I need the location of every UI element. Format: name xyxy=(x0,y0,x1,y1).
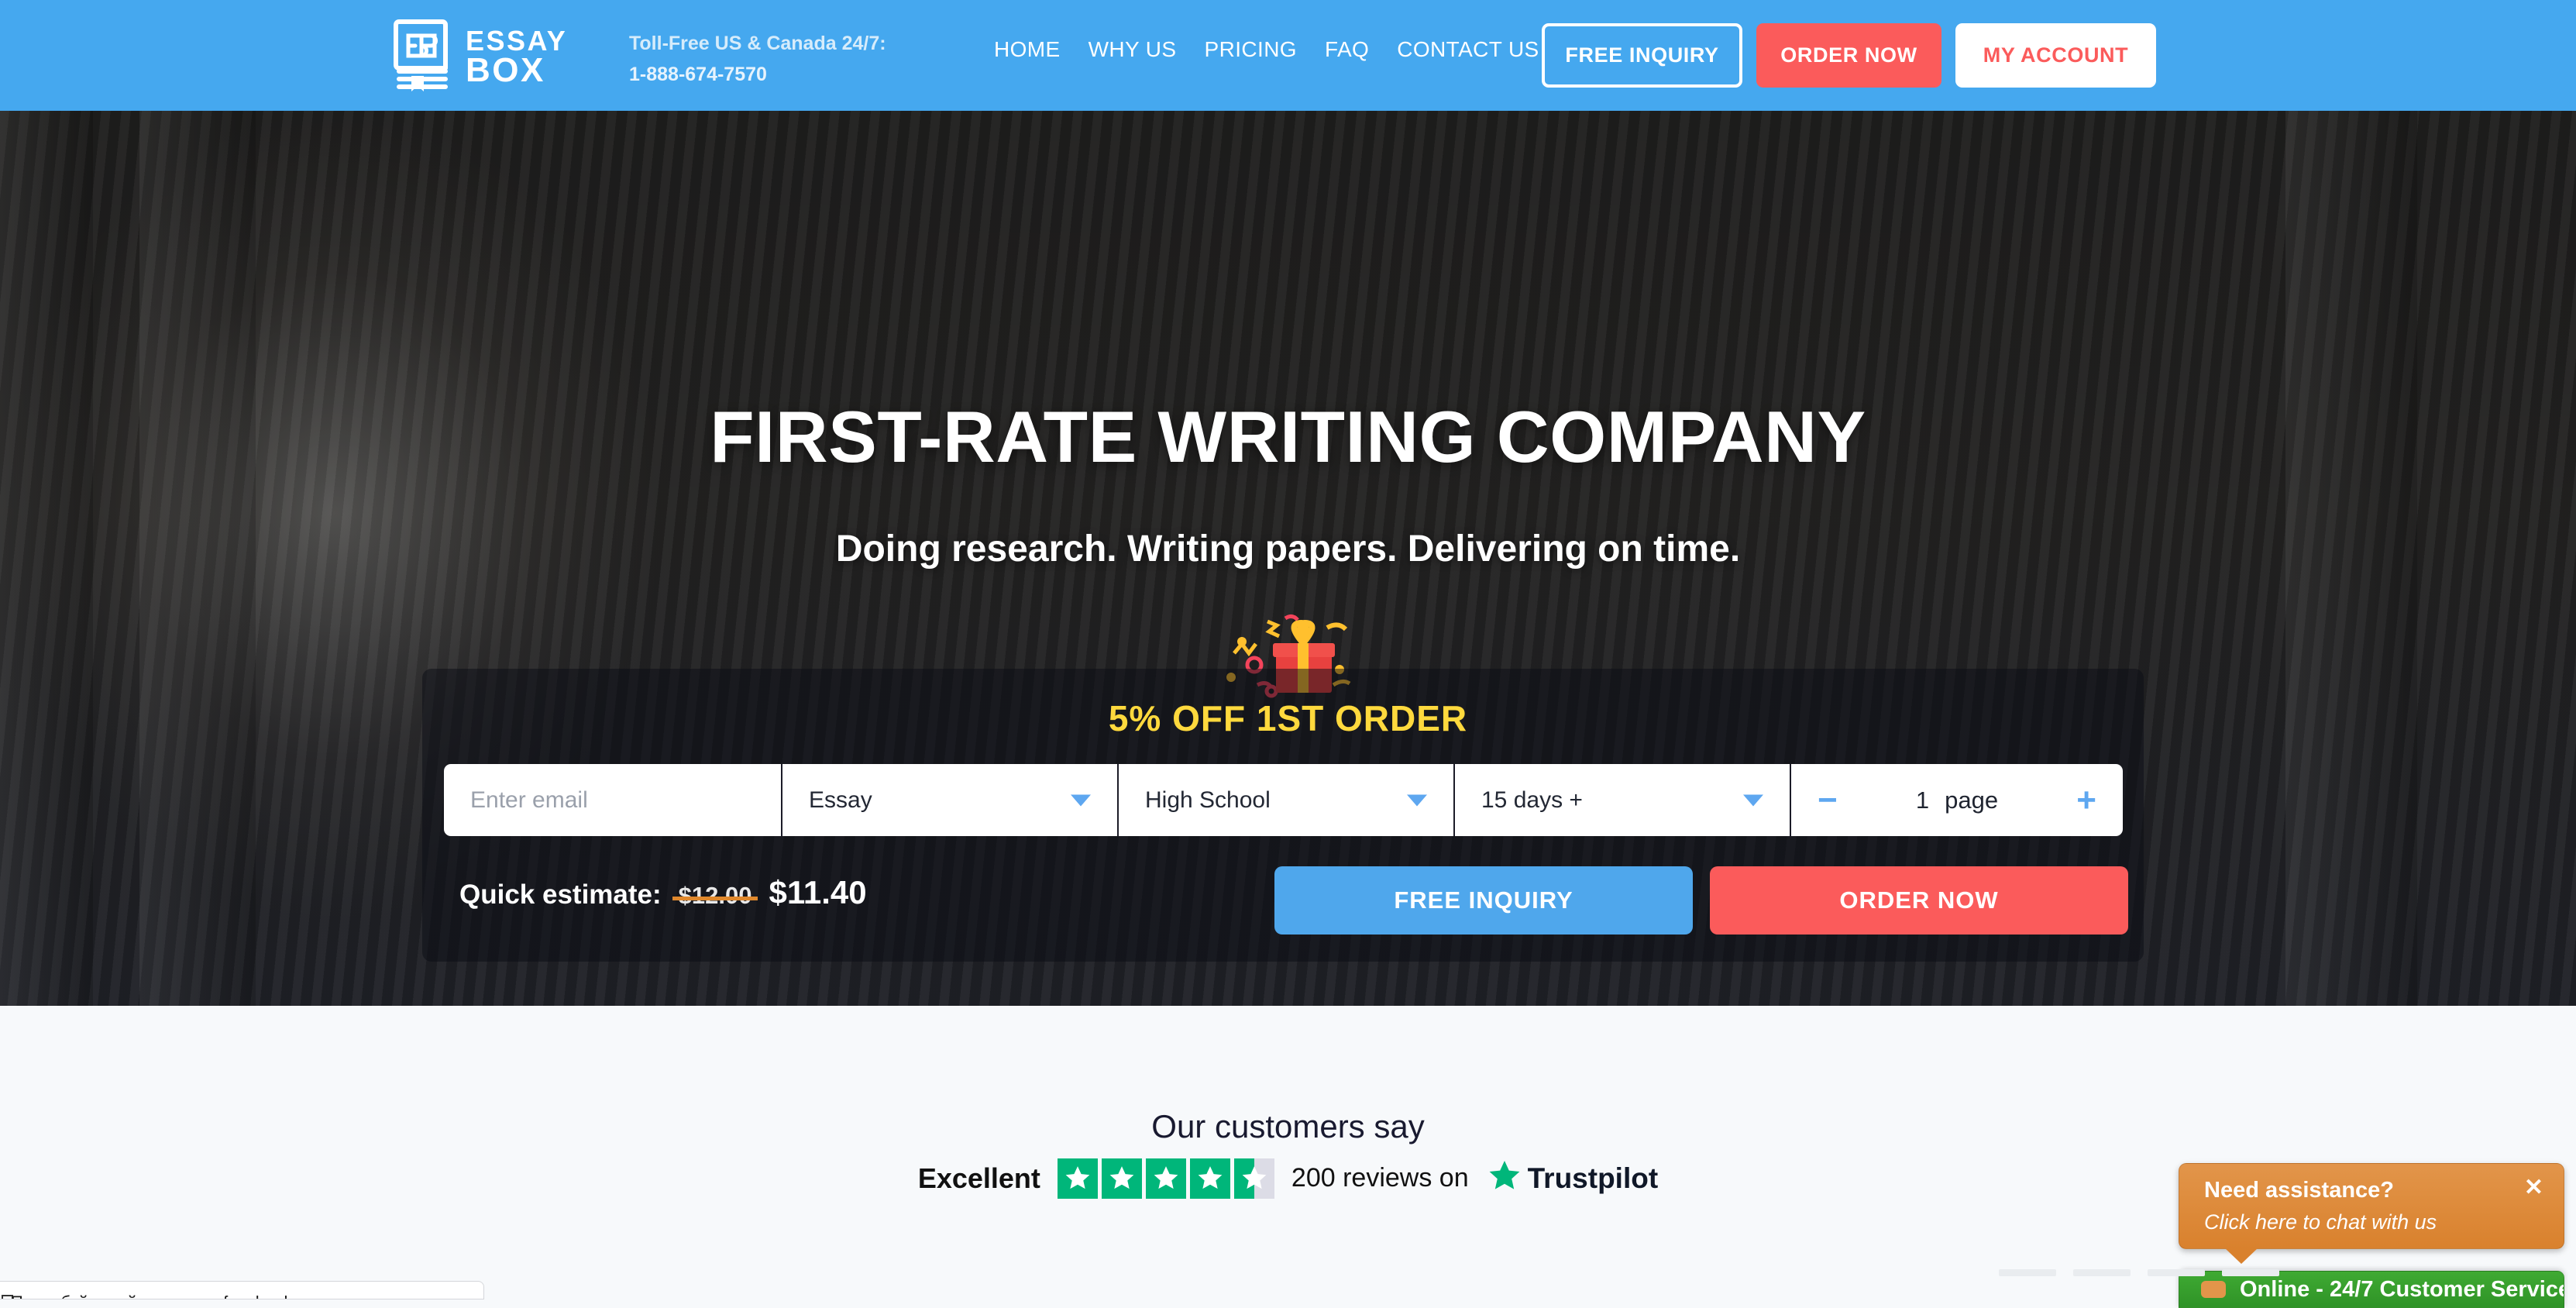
star-icon xyxy=(1057,1158,1098,1199)
logo-line1: ESSAY xyxy=(466,24,568,57)
tollfree-number[interactable]: 1-888-674-7570 xyxy=(629,59,886,90)
star-rating xyxy=(1057,1158,1274,1199)
star-icon xyxy=(1145,1158,1186,1199)
quick-estimate-old-price: $12.00 xyxy=(672,882,758,909)
book-eb-icon xyxy=(391,17,452,97)
nav-item-pricing[interactable]: PRICING xyxy=(1205,37,1297,62)
deadline-select[interactable]: 15 days + xyxy=(1453,764,1790,836)
pages-stepper[interactable]: − 1 page + xyxy=(1790,764,2123,836)
trustpilot-name: Trustpilot xyxy=(1527,1162,1659,1194)
chat-avatar-icon xyxy=(2201,1281,2226,1298)
chevron-down-icon xyxy=(1743,794,1763,806)
header-order-now-button[interactable]: ORDER NOW xyxy=(1756,23,1941,88)
hero-order-now-button[interactable]: ORDER NOW xyxy=(1710,866,2128,935)
chat-invite-bubble[interactable]: Need assistance? Click here to chat with… xyxy=(2179,1163,2564,1264)
footer-skeleton-block xyxy=(2222,1269,2279,1276)
paper-type-select[interactable]: Essay xyxy=(781,764,1117,836)
facebook-notice-text: Попробуйте зайти на www.facebook.com xyxy=(11,1293,329,1299)
trustpilot-star-icon xyxy=(1486,1158,1523,1199)
header-actions: FREE INQUIRY ORDER NOW MY ACCOUNT xyxy=(1542,23,2156,88)
reviews-heading: Our customers say xyxy=(1151,1108,1425,1144)
footer-skeleton-block xyxy=(2148,1269,2205,1276)
chat-invite-title: Need assistance? xyxy=(2204,1178,2395,1203)
main-navigation: HOME WHY US PRICING FAQ CONTACT US xyxy=(994,37,1539,62)
chat-invite-subtitle: Click here to chat with us xyxy=(2204,1210,2437,1234)
star-half-icon xyxy=(1233,1158,1274,1199)
footer-skeleton-block xyxy=(1999,1269,2056,1276)
paper-type-value: Essay xyxy=(809,787,872,813)
trustpilot-logo[interactable]: Trustpilot xyxy=(1486,1158,1659,1199)
deadline-value: 15 days + xyxy=(1481,787,1583,813)
chevron-down-icon xyxy=(1071,794,1091,806)
academic-level-select[interactable]: High School xyxy=(1117,764,1453,836)
hero-section: FIRST-RATE WRITING COMPANY Doing researc… xyxy=(0,111,2576,1006)
nav-item-contact-us[interactable]: CONTACT US xyxy=(1397,37,1539,62)
tollfree-block: Toll-Free US & Canada 24/7: 1-888-674-75… xyxy=(629,28,886,90)
page-footer-placeholder xyxy=(1999,1269,2541,1277)
logo[interactable]: ESSAY BOX xyxy=(391,17,567,97)
nav-item-faq[interactable]: FAQ xyxy=(1325,37,1369,62)
footer-skeleton-block xyxy=(2073,1269,2131,1276)
pages-decrement-button[interactable]: − xyxy=(1818,783,1838,818)
site-header: ESSAY BOX Toll-Free US & Canada 24/7: 1-… xyxy=(0,0,2576,111)
pages-count: 1 xyxy=(1915,786,1930,814)
quick-estimate-new-price: $11.40 xyxy=(769,874,867,910)
academic-level-value: High School xyxy=(1145,787,1271,813)
star-icon xyxy=(1189,1158,1230,1199)
nav-item-why-us[interactable]: WHY US xyxy=(1089,37,1177,62)
reviews-section xyxy=(0,1006,2576,1299)
logo-wordmark: ESSAY BOX xyxy=(466,24,568,89)
hero-free-inquiry-button[interactable]: FREE INQUIRY xyxy=(1274,866,1693,935)
pages-increment-button[interactable]: + xyxy=(2076,783,2096,818)
pages-value-group: 1 page xyxy=(1916,787,1998,814)
star-icon xyxy=(1101,1158,1142,1199)
hero-title: FIRST-RATE WRITING COMPANY xyxy=(710,396,1866,477)
nav-item-home[interactable]: HOME xyxy=(994,37,1061,62)
header-my-account-button[interactable]: MY ACCOUNT xyxy=(1955,23,2156,88)
facebook-notice-strip[interactable]: Попробуйте зайти на www.facebook.com xyxy=(0,1281,484,1299)
chat-status-text: Online - 24/7 Customer Service xyxy=(2240,1276,2564,1302)
tollfree-label: Toll-Free US & Canada 24/7: xyxy=(629,33,886,54)
promo-banner-text: 5% OFF 1ST ORDER xyxy=(1108,698,1468,738)
pages-unit: page xyxy=(1945,786,1999,814)
quick-order-form: Essay High School 15 days + − 1 page + xyxy=(444,764,2123,836)
quick-estimate: Quick estimate: $12.00 $11.40 xyxy=(459,874,867,911)
logo-line2: BOX xyxy=(466,50,545,89)
email-field-cell[interactable] xyxy=(444,764,781,836)
chevron-down-icon xyxy=(1407,794,1427,806)
email-input[interactable] xyxy=(444,787,781,814)
quick-estimate-label: Quick estimate: xyxy=(459,879,662,910)
close-icon[interactable]: ✕ xyxy=(2524,1176,2543,1200)
rating-word: Excellent xyxy=(917,1162,1040,1194)
hero-cta-row: FREE INQUIRY ORDER NOW xyxy=(1274,866,2128,935)
reviews-count-text: 200 reviews on xyxy=(1291,1163,1469,1193)
hero-subtitle: Doing research. Writing papers. Deliveri… xyxy=(835,528,1741,570)
header-free-inquiry-button[interactable]: FREE INQUIRY xyxy=(1542,23,1742,88)
